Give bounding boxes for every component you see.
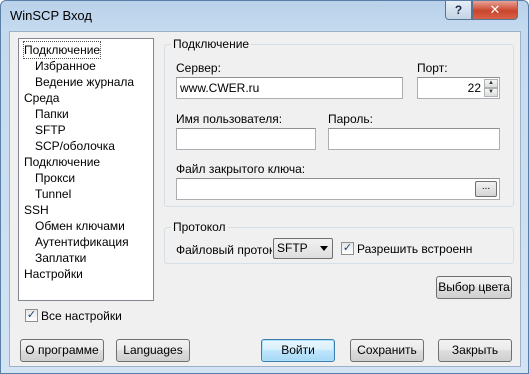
file-protocol-value: SFTP: [277, 241, 308, 255]
tree-item[interactable]: Прокси: [35, 170, 75, 186]
tree-item[interactable]: Избранное: [35, 58, 96, 74]
file-protocol-label: Файловый протокол:: [176, 243, 272, 257]
protocol-group-title: Протокол: [171, 220, 228, 234]
browse-keyfile-button[interactable]: ...: [475, 181, 497, 197]
tree-item[interactable]: Подключение: [22, 41, 102, 59]
spin-down-icon[interactable]: ▼: [484, 88, 498, 97]
advanced-options-checkbox[interactable]: ✓: [25, 309, 38, 322]
port-stepper[interactable]: 22 ▲ ▼: [417, 77, 500, 99]
password-input[interactable]: [328, 128, 500, 150]
allow-fallback-label: Разрешить встроенн: [357, 242, 473, 256]
advanced-options-label: Все настройки: [41, 309, 122, 323]
tree-item[interactable]: SFTP: [35, 122, 66, 138]
tree-item[interactable]: Tunnel: [35, 186, 71, 202]
tree-item[interactable]: Аутентификация: [35, 234, 129, 250]
file-protocol-select[interactable]: SFTP: [273, 238, 333, 259]
save-button[interactable]: Сохранить: [350, 339, 424, 362]
dialog-client-area: Подключение Избранное Ведение журнала Среда…: [9, 31, 521, 367]
tree-item[interactable]: Среда: [24, 90, 59, 106]
settings-tree[interactable]: Подключение Избранное Ведение журнала Среда…: [18, 38, 154, 301]
close-button[interactable]: Закрыть: [438, 339, 512, 362]
title-bar[interactable]: WinSCP Вход ? ✕: [1, 1, 528, 29]
username-input[interactable]: [176, 128, 316, 150]
keyfile-input[interactable]: ...: [176, 178, 500, 200]
languages-button[interactable]: Languages: [116, 339, 190, 362]
about-button[interactable]: О программе: [20, 339, 104, 362]
login-button[interactable]: Войти: [261, 339, 335, 362]
username-label: Имя пользователя:: [176, 112, 283, 126]
server-label: Сервер:: [176, 61, 221, 75]
tree-item[interactable]: Подключение: [24, 154, 100, 170]
close-title-button[interactable]: ✕: [472, 1, 518, 20]
spin-up-icon[interactable]: ▲: [484, 79, 498, 88]
tree-item[interactable]: Обмен ключами: [35, 218, 125, 234]
allow-fallback-checkbox[interactable]: ✓: [341, 242, 354, 255]
tree-item[interactable]: Папки: [35, 106, 69, 122]
connection-group-title: Подключение: [171, 37, 252, 51]
chevron-down-icon: [320, 246, 328, 251]
tree-item[interactable]: Заплатки: [35, 250, 86, 266]
tree-item[interactable]: Настройки: [24, 266, 83, 282]
login-window: WinSCP Вход ? ✕ Подключение Избранное Веде…: [0, 0, 529, 374]
select-color-button[interactable]: Выбор цвета: [436, 276, 512, 299]
port-spin-buttons[interactable]: ▲ ▼: [484, 79, 498, 97]
tree-item[interactable]: SSH: [24, 202, 49, 218]
help-title-button[interactable]: ?: [445, 1, 472, 20]
password-label: Пароль:: [328, 112, 373, 126]
keyfile-label: Файл закрытого ключа:: [176, 162, 306, 176]
tree-item[interactable]: SCP/оболочка: [35, 138, 115, 154]
server-input[interactable]: www.CWER.ru: [176, 77, 403, 99]
port-label: Порт:: [417, 61, 448, 75]
port-value: 22: [467, 81, 481, 95]
window-title: WinSCP Вход: [10, 8, 92, 23]
tree-item[interactable]: Ведение журнала: [35, 74, 134, 90]
